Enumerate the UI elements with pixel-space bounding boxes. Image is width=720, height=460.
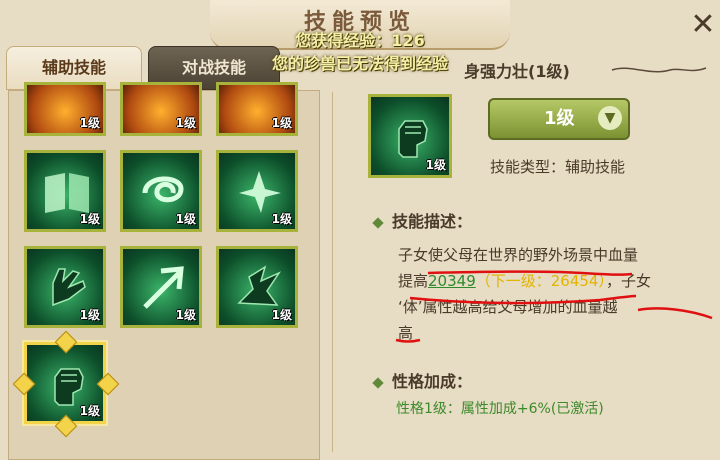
desc-heading: 技能描述： xyxy=(372,208,473,232)
skill-slot-dragon-wing[interactable]: 1级 xyxy=(216,246,298,328)
fist-icon xyxy=(398,120,428,158)
skill-slot-open-hand[interactable]: 1级 xyxy=(24,246,106,328)
personality-heading: 性格加成： xyxy=(372,368,473,392)
skill-slot-wolf-howl[interactable]: 1级 xyxy=(216,150,298,232)
level-select-value: 1级 xyxy=(544,108,575,129)
skill-level-label: 1级 xyxy=(79,308,100,322)
skill-slot-fist-selected[interactable]: 1级 xyxy=(24,342,106,424)
skill-slot-monkey[interactable]: 1级 xyxy=(24,82,106,136)
desc-value: 20349 xyxy=(428,272,476,290)
desc-line-1: 子女使父母在世界的野外场景中血量 xyxy=(398,246,639,264)
skill-description: 子女使父母在世界的野外场景中血量 提高20349（下一级：26454），子女 ‘… xyxy=(398,242,698,346)
skill-slot-arrow[interactable]: 1级 xyxy=(120,246,202,328)
skill-level-label: 1级 xyxy=(175,212,196,226)
bullet-icon xyxy=(372,216,384,229)
desc-line-4: 高 xyxy=(398,324,414,342)
skill-level-label: 1级 xyxy=(271,308,292,322)
desc-prefix: 提高 xyxy=(398,272,429,290)
skill-type-label: 技能类型： xyxy=(490,158,566,176)
selected-skill-icon-large: 1级 xyxy=(368,94,452,178)
skill-level-label: 1级 xyxy=(79,404,100,418)
skill-level-label: 1级 xyxy=(79,116,100,130)
skill-level-label: 1级 xyxy=(271,116,292,130)
skill-slot-fire-ring[interactable]: 1级 xyxy=(216,82,298,136)
skill-level-label: 1级 xyxy=(271,212,292,226)
desc-suffix: ，子女 xyxy=(605,272,651,290)
desc-line-3: ‘体’属性越高给父母增加的血量越 xyxy=(398,298,618,316)
skill-level-label: 1级 xyxy=(425,158,446,172)
personality-bonus: 性格1级：属性加成+6%(已激活) xyxy=(396,401,604,417)
skill-slot-whirlwind[interactable]: 1级 xyxy=(120,150,202,232)
skill-type-value: 辅助技能 xyxy=(565,158,626,176)
skill-level-label: 1级 xyxy=(175,308,196,322)
level-select-dropdown[interactable]: 1级 ▼ xyxy=(488,98,630,140)
bullet-icon xyxy=(372,376,384,389)
skill-slot-flame-burst[interactable]: 1级 xyxy=(120,82,202,136)
skill-level-label: 1级 xyxy=(175,116,196,130)
chevron-down-icon: ▼ xyxy=(598,106,622,130)
desc-heading-text: 技能描述： xyxy=(392,212,473,231)
skill-slot-book[interactable]: 1级 xyxy=(24,150,106,232)
desc-next-level: （下一级：26454） xyxy=(475,272,606,290)
skill-type: 技能类型：辅助技能 xyxy=(490,156,625,177)
panel-divider xyxy=(332,92,333,452)
desc-line-2: 提高20349（下一级：26454），子女 xyxy=(398,268,698,294)
exp-gained-toast: 您获得经验：126 xyxy=(295,31,425,50)
skill-level-label: 1级 xyxy=(79,212,100,226)
pet-no-exp-toast: 您的珍兽已无法得到经验 xyxy=(271,54,448,73)
personality-heading-text: 性格加成： xyxy=(392,372,473,391)
